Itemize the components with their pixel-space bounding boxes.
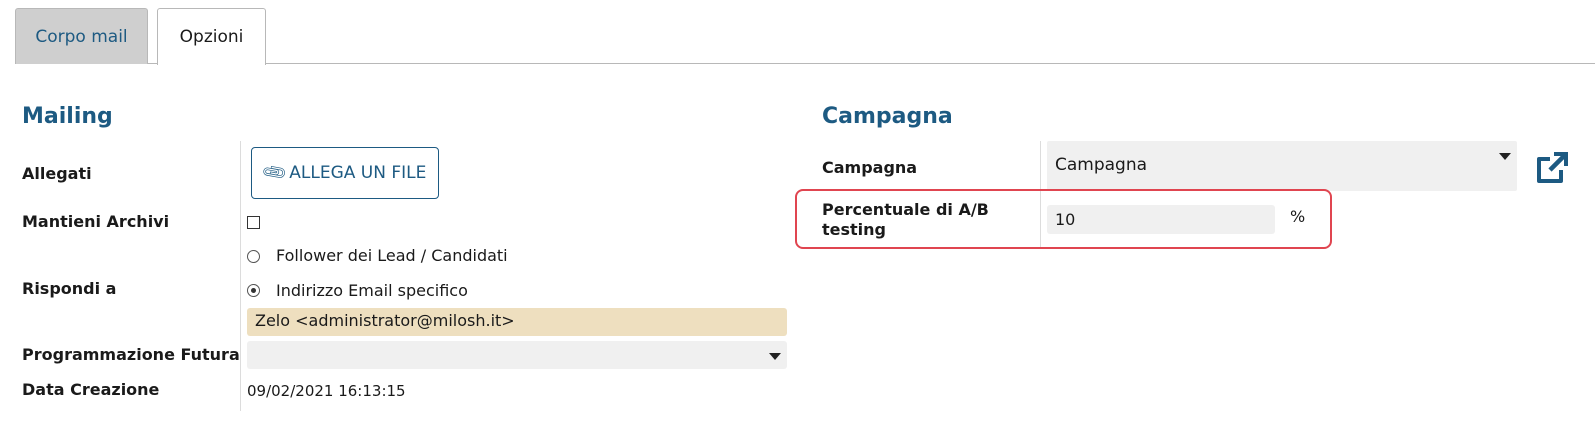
chevron-down-icon xyxy=(769,353,781,360)
campagna-select[interactable]: Campagna xyxy=(1047,141,1517,191)
tab-bar: Corpo mail Opzioni xyxy=(0,0,1595,65)
ab-testing-label-line2: testing xyxy=(822,220,886,239)
external-link-icon[interactable] xyxy=(1534,150,1570,186)
ab-testing-input[interactable]: 10 xyxy=(1047,205,1275,234)
radio-indirizzo-email-label: Indirizzo Email specifico xyxy=(276,281,468,300)
radio-indirizzo-email[interactable] xyxy=(247,284,260,297)
mantieni-archivi-label: Mantieni Archivi xyxy=(22,212,170,231)
data-creazione-label: Data Creazione xyxy=(22,380,160,399)
campagna-select-value: Campagna xyxy=(1055,155,1148,175)
mailing-section-title: Mailing xyxy=(22,104,113,129)
data-creazione-value: 09/02/2021 16:13:15 xyxy=(247,382,406,400)
allega-file-button-label: ALLEGA UN FILE xyxy=(289,163,427,183)
mantieni-archivi-checkbox[interactable] xyxy=(247,216,260,229)
ab-testing-label-line1: Percentuale di A/B xyxy=(822,200,989,219)
mailing-column-separator xyxy=(240,141,241,411)
ab-testing-unit: % xyxy=(1290,207,1306,226)
campagna-label: Campagna xyxy=(822,158,918,177)
allega-file-button[interactable]: 📎︎ ALLEGA UN FILE xyxy=(251,147,439,199)
allegati-label: Allegati xyxy=(22,164,92,183)
radio-follower-lead-label: Follower dei Lead / Candidati xyxy=(276,246,508,265)
rispondi-a-label: Rispondi a xyxy=(22,279,117,298)
campagna-section-title: Campagna xyxy=(822,104,953,129)
paperclip-icon: 📎︎ xyxy=(259,158,290,188)
reply-email-field[interactable]: Zelo <administrator@milosh.it> xyxy=(247,308,787,336)
radio-follower-lead[interactable] xyxy=(247,250,260,263)
programmazione-futura-select[interactable] xyxy=(247,341,787,369)
programmazione-futura-label: Programmazione Futura xyxy=(22,345,240,364)
ab-testing-label: Percentuale di A/B testing xyxy=(822,200,989,240)
tab-opzioni[interactable]: Opzioni xyxy=(157,8,266,65)
tab-corpo-mail[interactable]: Corpo mail xyxy=(15,8,148,64)
chevron-down-icon xyxy=(1499,153,1511,160)
